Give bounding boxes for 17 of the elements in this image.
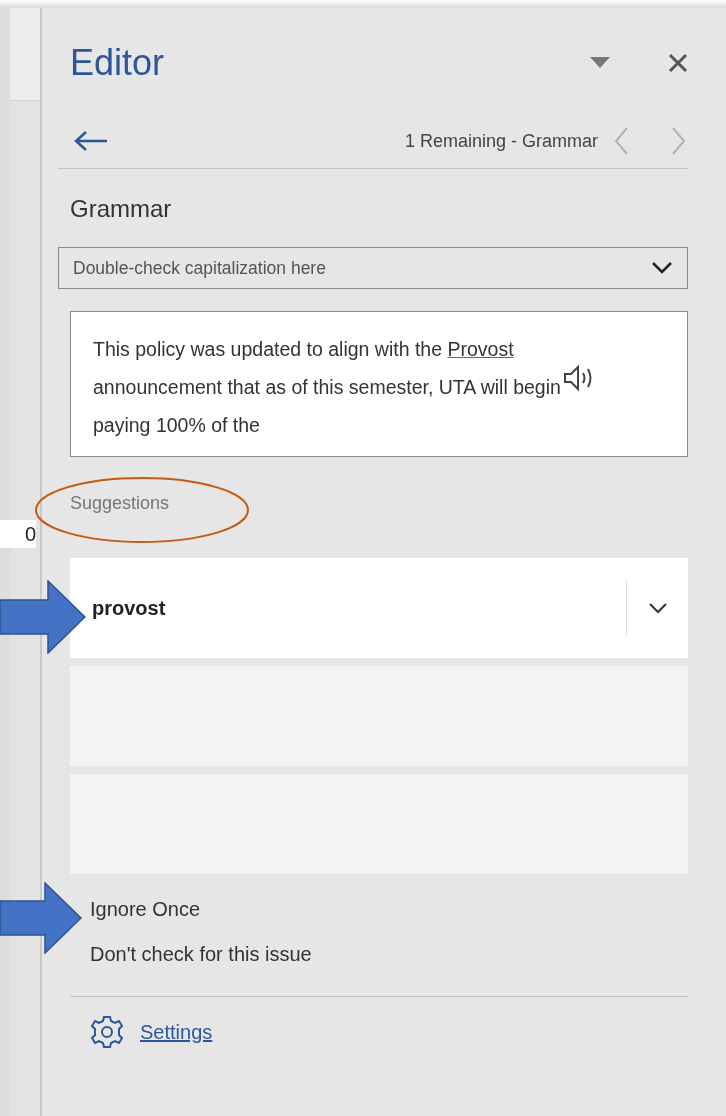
chevron-down-icon [651, 261, 673, 275]
back-button[interactable] [74, 130, 108, 152]
category-heading: Grammar [70, 195, 173, 223]
action-link[interactable]: Don't check for this issue [90, 943, 312, 966]
settings-link[interactable]: Settings [140, 1020, 213, 1044]
action-link[interactable]: Ignore Once [90, 898, 201, 921]
pane-title: Editor [70, 42, 166, 84]
chevron-down-icon [647, 602, 668, 614]
context-text: This policy was updated to align with the Provost announcement that as of this semester, UTA will begin paying 100% of the [93, 337, 562, 438]
settings-icon[interactable] [90, 1015, 124, 1049]
document-text: 0 [0, 520, 36, 548]
options-button[interactable] [590, 57, 610, 69]
remaining-status: 1 Remaining - Grammar [403, 130, 598, 152]
suggestion-card[interactable]: provost [70, 558, 688, 658]
issue-dropdown[interactable]: Double-check capitalization here [58, 247, 688, 289]
close-button[interactable] [668, 53, 688, 73]
suggestions-label: Suggestions [70, 493, 171, 514]
